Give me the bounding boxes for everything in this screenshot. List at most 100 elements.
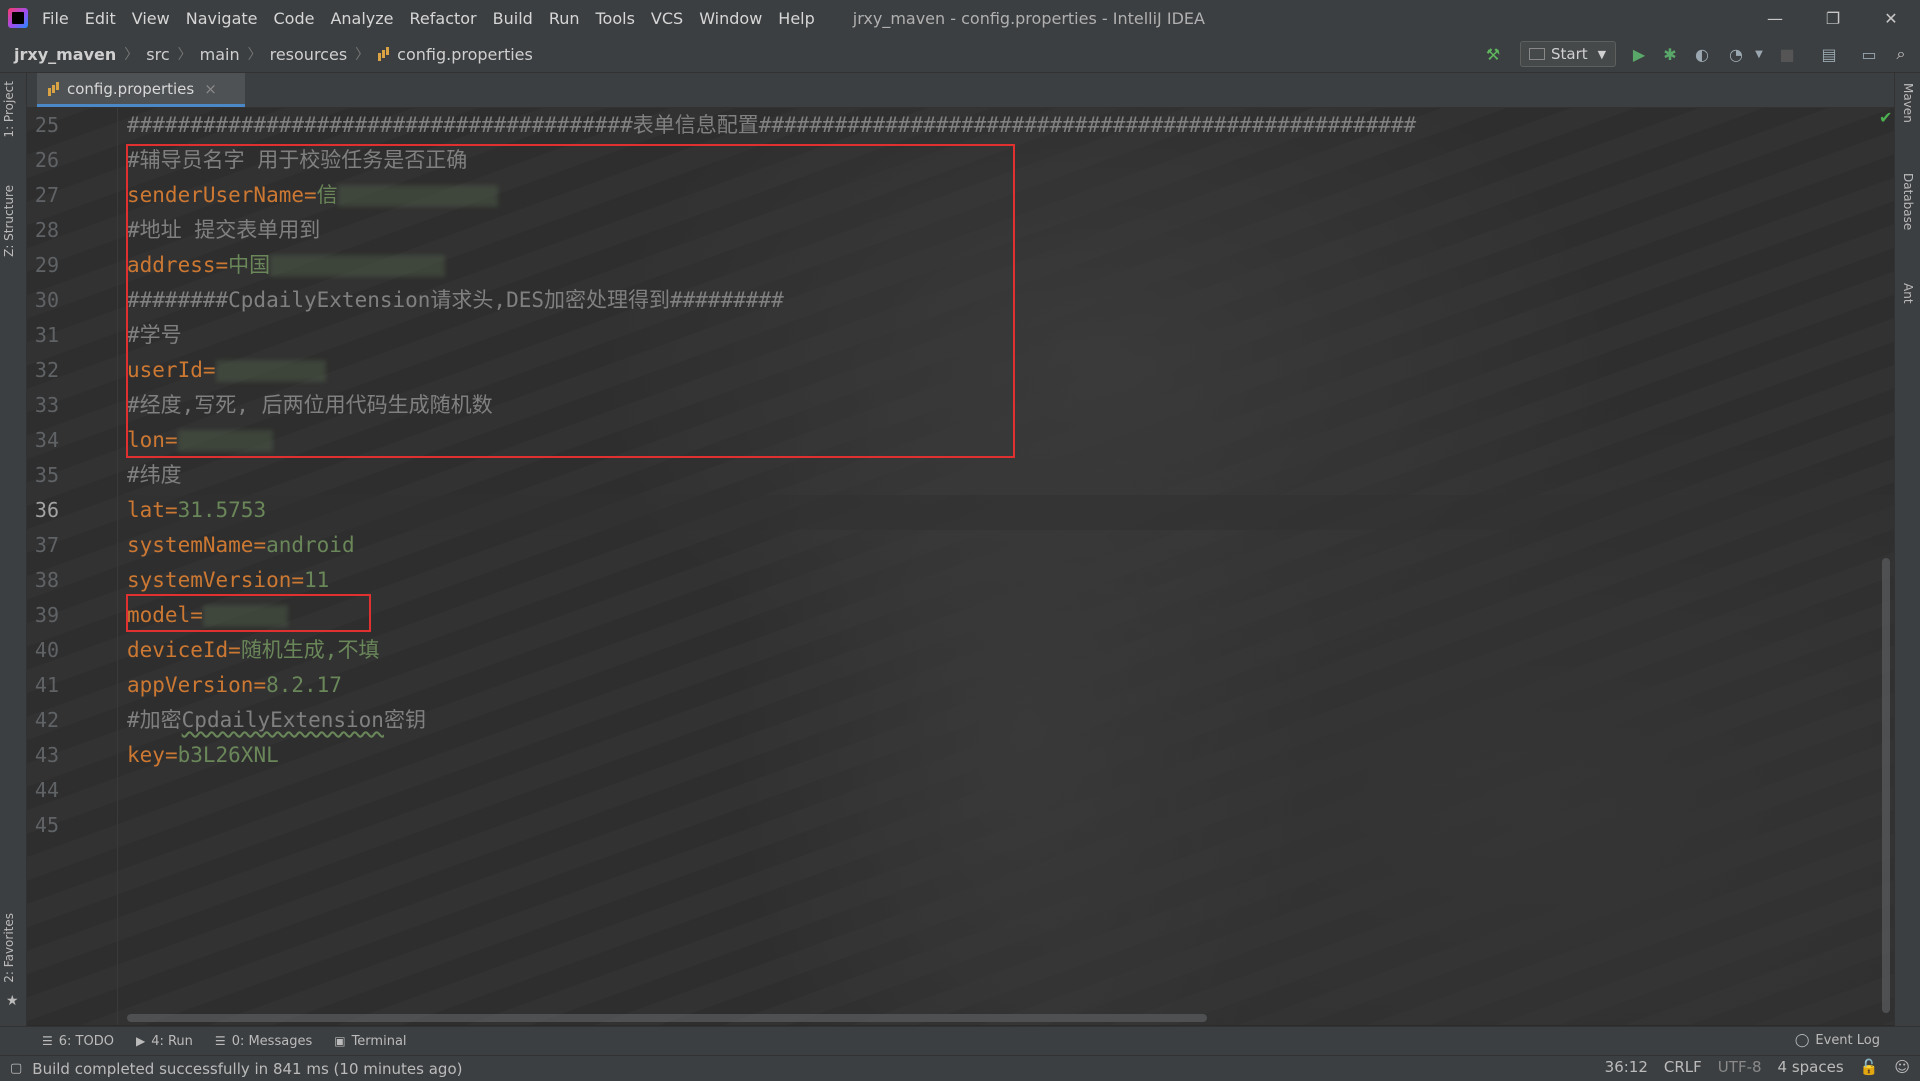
structure-tool-tab[interactable]: Z: Structure xyxy=(2,185,16,257)
property-value: 8.2.17 xyxy=(266,673,342,697)
menu-navigate[interactable]: Navigate xyxy=(186,9,258,28)
breadcrumb-chevron-icon: 〉 xyxy=(124,47,139,63)
terminal-tool-button[interactable]: ▣ Terminal xyxy=(334,1034,406,1049)
comment-text: #加密CpdailyExtension密钥 xyxy=(127,708,426,732)
inspector-icon[interactable]: ☺ xyxy=(1894,1058,1910,1076)
file-encoding[interactable]: UTF-8 xyxy=(1718,1058,1762,1076)
code-line[interactable]: systemVersion=11 xyxy=(127,563,329,598)
event-log-button[interactable]: ◯ Event Log xyxy=(1795,1033,1880,1048)
breadcrumb-resources[interactable]: resources xyxy=(270,45,348,64)
line-number: 28 xyxy=(34,218,59,242)
menu-vcs[interactable]: VCS xyxy=(651,9,683,28)
inspection-ok-icon[interactable]: ✔ xyxy=(1879,108,1892,127)
line-number: 25 xyxy=(34,113,59,137)
run-label: 4: Run xyxy=(151,1033,193,1049)
line-number: 26 xyxy=(34,148,59,172)
window-controls: — ❐ ✕ xyxy=(1746,0,1920,36)
breadcrumb-main[interactable]: main xyxy=(200,45,240,64)
run-tool-button[interactable]: ▶ 4: Run xyxy=(136,1034,193,1049)
chevron-down-icon[interactable]: ▼ xyxy=(1748,43,1770,65)
project-tab-label: 1: Project xyxy=(2,81,16,138)
close-button[interactable]: ✕ xyxy=(1862,0,1920,36)
code-line[interactable]: #加密CpdailyExtension密钥 xyxy=(127,703,426,738)
line-number: 38 xyxy=(34,568,59,592)
search-icon[interactable]: ⌕ xyxy=(1890,43,1912,65)
code-line[interactable]: lat=31.5753 xyxy=(127,493,266,528)
profiler-icon[interactable]: ◔ xyxy=(1725,43,1747,65)
project-structure-icon[interactable]: ▤ xyxy=(1818,43,1840,65)
caret-position[interactable]: 36:12 xyxy=(1605,1058,1648,1076)
indent-setting[interactable]: 4 spaces xyxy=(1778,1058,1844,1076)
vertical-scrollbar[interactable] xyxy=(1882,558,1890,1013)
project-tool-tab[interactable]: 1: Project xyxy=(2,81,16,138)
messages-tool-button[interactable]: ☰ 0: Messages xyxy=(215,1034,312,1049)
line-separator[interactable]: CRLF xyxy=(1664,1058,1702,1076)
tab-label: config.properties xyxy=(67,79,195,98)
typo-warning: CpdailyExtension xyxy=(181,708,384,732)
breadcrumb-project[interactable]: jrxy_maven xyxy=(14,45,116,64)
code-line[interactable]: key=b3L26XNL xyxy=(127,738,279,773)
code-editor[interactable]: 25 26 27 28 29 30 31 32 33 34 35 36 37 38 39 40 41 42 43 44… xyxy=(27,108,1894,1025)
comment-text: ########################################… xyxy=(127,113,1417,137)
favorites-tool-tab[interactable]: 2: Favorites xyxy=(2,913,16,983)
property-key: lat xyxy=(127,498,165,522)
code-line[interactable]: #纬度 xyxy=(127,458,182,493)
tab-config-properties[interactable]: config.properties × xyxy=(37,73,245,107)
status-toggle-icon[interactable]: ▢ xyxy=(10,1061,22,1076)
breadcrumb-file[interactable]: config.properties xyxy=(397,45,533,64)
menu-window[interactable]: Window xyxy=(699,9,762,28)
ant-tool-tab[interactable]: Ant xyxy=(1901,283,1915,304)
debug-icon[interactable]: ✱ xyxy=(1659,43,1681,65)
database-tool-tab[interactable]: Database xyxy=(1901,173,1915,230)
menu-help[interactable]: Help xyxy=(778,9,814,28)
menu-file[interactable]: File xyxy=(42,9,69,28)
menu-code[interactable]: Code xyxy=(274,9,315,28)
stop-icon[interactable]: ■ xyxy=(1776,43,1798,65)
breadcrumb-src[interactable]: src xyxy=(146,45,169,64)
restore-button[interactable]: ❐ xyxy=(1804,0,1862,36)
properties-file-icon xyxy=(377,47,391,61)
menu-refactor[interactable]: Refactor xyxy=(410,9,477,28)
line-number: 35 xyxy=(34,463,59,487)
breadcrumb-chevron-icon: 〉 xyxy=(247,47,262,63)
maven-tool-tab[interactable]: Maven xyxy=(1901,83,1915,123)
code-line[interactable]: appVersion=8.2.17 xyxy=(127,668,342,703)
line-number: 45 xyxy=(34,813,59,837)
editor-tab-bar: config.properties × xyxy=(27,73,1894,108)
maven-tab-label: Maven xyxy=(1901,83,1915,123)
todo-tool-button[interactable]: ☰ 6: TODO xyxy=(42,1034,114,1049)
run-icon[interactable]: ▶ xyxy=(1628,43,1650,65)
minimize-button[interactable]: — xyxy=(1746,0,1804,36)
build-hammer-icon[interactable]: ⚒ xyxy=(1482,43,1504,65)
comment-text: #纬度 xyxy=(127,463,182,487)
menu-tools[interactable]: Tools xyxy=(596,9,635,28)
property-value: 11 xyxy=(304,568,330,592)
messages-label: 0: Messages xyxy=(231,1033,313,1049)
tab-close-icon[interactable]: × xyxy=(204,80,217,98)
line-number: 27 xyxy=(34,183,59,207)
line-number: 36 xyxy=(34,498,59,522)
property-key: appVersion xyxy=(127,673,254,697)
lock-icon[interactable]: 🔓 xyxy=(1860,1058,1879,1076)
menu-analyze[interactable]: Analyze xyxy=(330,9,393,28)
menu-edit[interactable]: Edit xyxy=(85,9,116,28)
line-number: 40 xyxy=(34,638,59,662)
equals-sign: = xyxy=(253,533,267,557)
menu-run[interactable]: Run xyxy=(549,9,580,28)
database-tab-label: Database xyxy=(1901,173,1915,231)
horizontal-scrollbar[interactable] xyxy=(127,1014,1207,1022)
equals-sign: = xyxy=(253,673,267,697)
menu-view[interactable]: View xyxy=(132,9,170,28)
menu-build[interactable]: Build xyxy=(493,9,533,28)
status-message[interactable]: Build completed successfully in 841 ms (… xyxy=(32,1060,462,1078)
breadcrumb-chevron-icon: 〉 xyxy=(177,47,192,63)
property-value: 31.5753 xyxy=(177,498,267,522)
list-icon: ☰ xyxy=(42,1034,53,1048)
bottom-tool-bar: ☰ 6: TODO ▶ 4: Run ☰ 0: Messages ▣ Termi… xyxy=(0,1026,1920,1055)
code-line[interactable]: systemName=android xyxy=(127,528,355,563)
code-line[interactable]: ########################################… xyxy=(127,108,1416,143)
run-configuration-select[interactable]: Start ▼ xyxy=(1520,41,1616,67)
code-line[interactable]: deviceId=随机生成,不填 xyxy=(127,633,379,668)
presentation-icon[interactable]: ▭ xyxy=(1858,43,1880,65)
coverage-icon[interactable]: ◐ xyxy=(1691,43,1713,65)
